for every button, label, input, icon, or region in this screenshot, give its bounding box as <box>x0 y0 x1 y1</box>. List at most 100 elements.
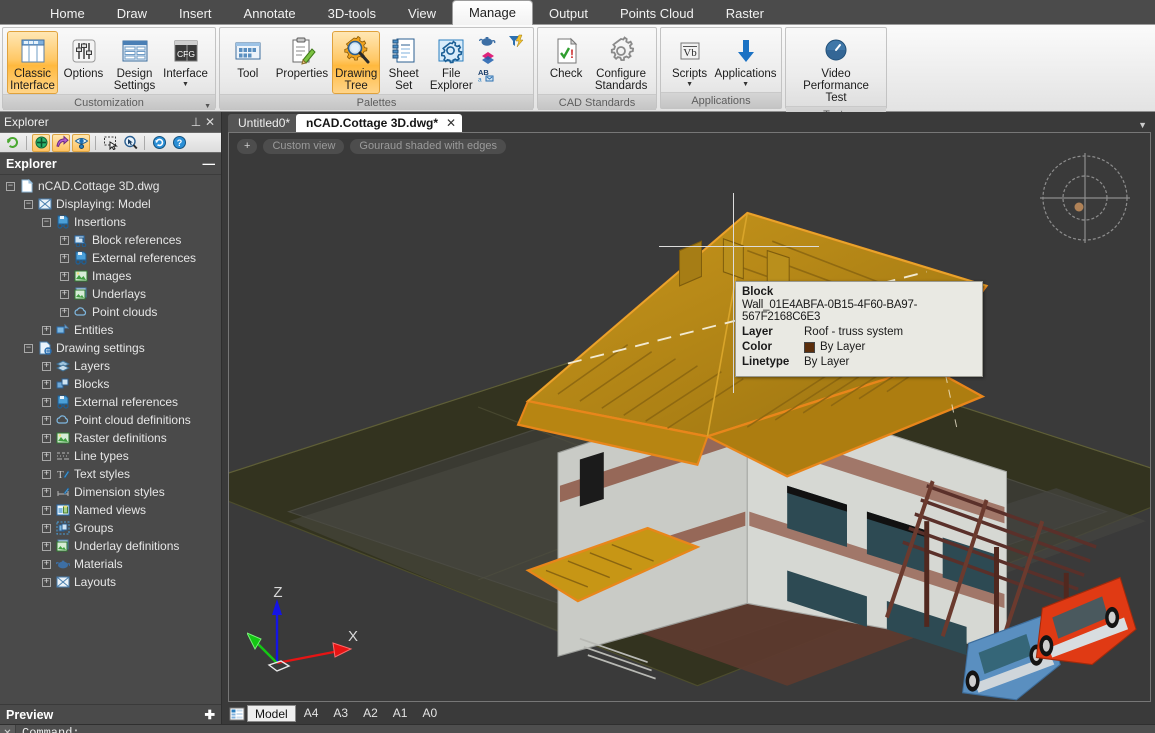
tree-collapse-toggle[interactable]: − <box>6 182 15 191</box>
tree-expand-toggle[interactable]: + <box>60 290 69 299</box>
tree-expand-toggle[interactable]: + <box>42 362 51 371</box>
tree-expand-toggle[interactable]: + <box>42 542 51 551</box>
purple-arrow-icon[interactable] <box>52 134 70 152</box>
tree-expand-toggle[interactable]: + <box>42 488 51 497</box>
ribbon-tab-points-cloud[interactable]: Points Cloud <box>604 2 710 25</box>
tree-expand-toggle[interactable]: + <box>42 560 51 569</box>
tree-expand-toggle[interactable]: + <box>60 272 69 281</box>
file-explorer-button[interactable]: File Explorer <box>427 31 475 94</box>
configure-standards-button[interactable]: Configure Standards <box>590 31 652 94</box>
close-icon[interactable]: ✕ <box>203 115 217 129</box>
ribbon-tab-insert[interactable]: Insert <box>163 2 228 25</box>
ribbon-tab-manage[interactable]: Manage <box>452 0 533 25</box>
ribbon-tab-3d-tools[interactable]: 3D-tools <box>312 2 392 25</box>
viewport-view-chip[interactable]: Custom view <box>263 139 344 154</box>
tree-item[interactable]: −nCAD.Cottage 3D.dwg <box>0 177 221 195</box>
command-history[interactable]: Command: ZOOMALL - Zoom All Specify corn… <box>16 725 1155 733</box>
applications-button[interactable]: Applications ▼ <box>714 31 777 89</box>
check-standards-button[interactable]: ! Check <box>542 31 590 82</box>
tree-item[interactable]: +Point cloud definitions <box>0 411 221 429</box>
select-window-icon[interactable] <box>101 134 119 152</box>
classic-interface-button[interactable]: Classic Interface <box>7 31 58 94</box>
viewport-visualstyle-chip[interactable]: Gouraud shaded with edges <box>350 139 506 154</box>
tree-item[interactable]: −Insertions <box>0 213 221 231</box>
tree-item[interactable]: +Raster definitions <box>0 429 221 447</box>
render-layers-button[interactable] <box>475 50 501 66</box>
chevron-down-icon[interactable]: ▼ <box>1138 120 1147 130</box>
tree-expand-toggle[interactable]: + <box>42 380 51 389</box>
ribbon-tab-output[interactable]: Output <box>533 2 604 25</box>
drawing-tree-button[interactable]: Drawing Tree <box>332 31 380 94</box>
tree-item[interactable]: +TText styles <box>0 465 221 483</box>
ribbon-tab-raster[interactable]: Raster <box>710 2 780 25</box>
tree-expand-toggle[interactable]: + <box>42 578 51 587</box>
tool-palette-button[interactable]: Tool <box>224 31 272 82</box>
tree-item[interactable]: −Drawing settings <box>0 339 221 357</box>
tree-expand-toggle[interactable]: + <box>42 326 51 335</box>
layout-tab-a0[interactable]: A0 <box>415 705 444 722</box>
tree-expand-toggle[interactable]: + <box>42 434 51 443</box>
tree-item[interactable]: +Named views <box>0 501 221 519</box>
layout-tab-model[interactable]: Model <box>247 705 296 722</box>
close-icon[interactable]: ✕ <box>446 114 456 132</box>
ribbon-tab-view[interactable]: View <box>392 2 452 25</box>
chevron-down-icon[interactable]: ▼ <box>686 81 693 88</box>
layout-tab-a3[interactable]: A3 <box>326 705 355 722</box>
tree-expand-toggle[interactable]: + <box>42 524 51 533</box>
help-icon[interactable]: ? <box>170 134 188 152</box>
document-tab-cottage-3d[interactable]: nCAD.Cottage 3D.dwg* ✕ <box>296 114 462 132</box>
ribbon-tab-draw[interactable]: Draw <box>101 2 163 25</box>
chevron-down-icon[interactable]: ▼ <box>742 81 749 88</box>
tree-item[interactable]: +Groups <box>0 519 221 537</box>
video-performance-test-button[interactable]: Video Performance Test <box>790 31 882 106</box>
tree-item[interactable]: +Underlays <box>0 285 221 303</box>
tree-expand-toggle[interactable]: + <box>60 236 69 245</box>
tree-item[interactable]: +Layouts <box>0 573 221 591</box>
tree-item[interactable]: +Images <box>0 267 221 285</box>
layout-list-icon[interactable] <box>228 706 246 722</box>
tree-item[interactable]: +External references <box>0 249 221 267</box>
tree-expand-toggle[interactable]: + <box>42 452 51 461</box>
minus-icon[interactable]: — <box>203 157 216 171</box>
visibility-eye-icon[interactable] <box>72 134 90 152</box>
scripts-button[interactable]: Vb Scripts ▼ <box>665 31 714 89</box>
tree-item[interactable]: +Block references <box>0 231 221 249</box>
interface-button[interactable]: CFG Interface ▼ <box>160 31 211 89</box>
tree-collapse-toggle[interactable]: − <box>24 200 33 209</box>
tree-collapse-toggle[interactable]: − <box>42 218 51 227</box>
tree-item[interactable]: +Underlay definitions <box>0 537 221 555</box>
drawing-viewport[interactable]: + Custom view Gouraud shaded with edges <box>228 132 1151 702</box>
tree-expand-toggle[interactable]: + <box>60 254 69 263</box>
text-style-ab-button[interactable]: AB a <box>475 67 501 83</box>
tree-item[interactable]: +Point clouds <box>0 303 221 321</box>
tree-item[interactable]: +Line types <box>0 447 221 465</box>
close-icon[interactable]: ✕ <box>3 728 11 733</box>
ribbon-tab-annotate[interactable]: Annotate <box>228 2 312 25</box>
tree-expand-toggle[interactable]: + <box>42 416 51 425</box>
document-tab-untitled0[interactable]: Untitled0* <box>228 114 300 132</box>
layout-tab-a4[interactable]: A4 <box>297 705 326 722</box>
viewport-add-chip[interactable]: + <box>237 139 257 154</box>
tree-expand-toggle[interactable]: + <box>42 398 51 407</box>
reload-blue-icon[interactable] <box>150 134 168 152</box>
tree-expand-toggle[interactable]: + <box>42 506 51 515</box>
layout-tab-a2[interactable]: A2 <box>356 705 385 722</box>
chevron-down-icon[interactable]: ▼ <box>182 81 189 88</box>
design-settings-button[interactable]: Design Settings <box>109 31 160 94</box>
tree-item[interactable]: +Materials <box>0 555 221 573</box>
materials-teapot-button[interactable] <box>475 33 501 49</box>
sheet-set-button[interactable]: Sheet Set <box>380 31 428 94</box>
tree-expand-toggle[interactable]: + <box>60 308 69 317</box>
tree-item[interactable]: +Blocks <box>0 375 221 393</box>
tree-collapse-toggle[interactable]: − <box>24 344 33 353</box>
pin-icon[interactable]: ⊥ <box>189 115 203 129</box>
ribbon-tab-home[interactable]: Home <box>34 2 101 25</box>
orbit-compass-icon[interactable] <box>1032 145 1138 251</box>
add-object-icon[interactable] <box>32 134 50 152</box>
dialog-launcher-icon[interactable]: ▼ <box>204 99 211 115</box>
layout-tab-a1[interactable]: A1 <box>386 705 415 722</box>
options-button[interactable]: Options <box>58 31 109 82</box>
tree-item[interactable]: −Displaying: Model <box>0 195 221 213</box>
filter-lightning-button[interactable] <box>503 33 529 49</box>
tree-item[interactable]: +Entities <box>0 321 221 339</box>
